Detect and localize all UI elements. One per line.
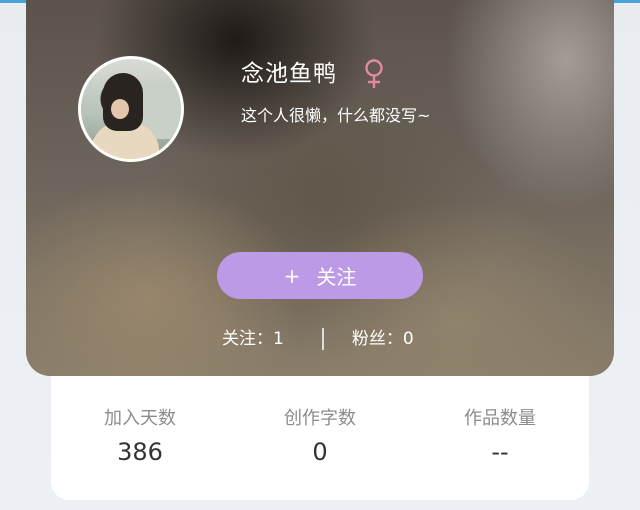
following-label: 关注： xyxy=(222,329,273,349)
avatar[interactable] xyxy=(78,56,184,162)
username: 念池鱼鸭 xyxy=(241,61,337,87)
stat-label: 加入天数 xyxy=(104,408,176,429)
following-value: 1 xyxy=(273,329,284,349)
profile-header xyxy=(26,0,614,376)
followers-label: 粉丝： xyxy=(351,329,403,349)
stat-word-count: 创作字数 0 xyxy=(240,406,400,470)
followers-value: 0 xyxy=(402,329,414,349)
stat-value: 0 xyxy=(312,438,328,466)
follow-counts: 关注：1 粉丝：0 xyxy=(222,324,414,354)
plus-icon: + xyxy=(283,263,301,288)
bio-text: 这个人很懒，什么都没写~ xyxy=(241,106,431,125)
followers-count[interactable]: 粉丝：0 xyxy=(352,324,414,354)
follow-button-label: 关注 xyxy=(316,265,357,289)
stat-works-count: 作品数量 -- xyxy=(420,406,580,470)
follow-button[interactable]: + 关注 xyxy=(217,252,423,299)
following-count[interactable]: 关注：1 xyxy=(222,324,284,354)
stat-label: 创作字数 xyxy=(284,408,356,429)
count-divider xyxy=(321,328,324,350)
stat-value: -- xyxy=(491,438,509,466)
stat-label: 作品数量 xyxy=(464,408,536,429)
stats-card: 加入天数 386 创作字数 0 作品数量 -- xyxy=(51,376,589,500)
female-gender-icon xyxy=(365,59,383,88)
stat-join-days: 加入天数 386 xyxy=(60,406,220,470)
stat-value: 386 xyxy=(117,438,163,466)
